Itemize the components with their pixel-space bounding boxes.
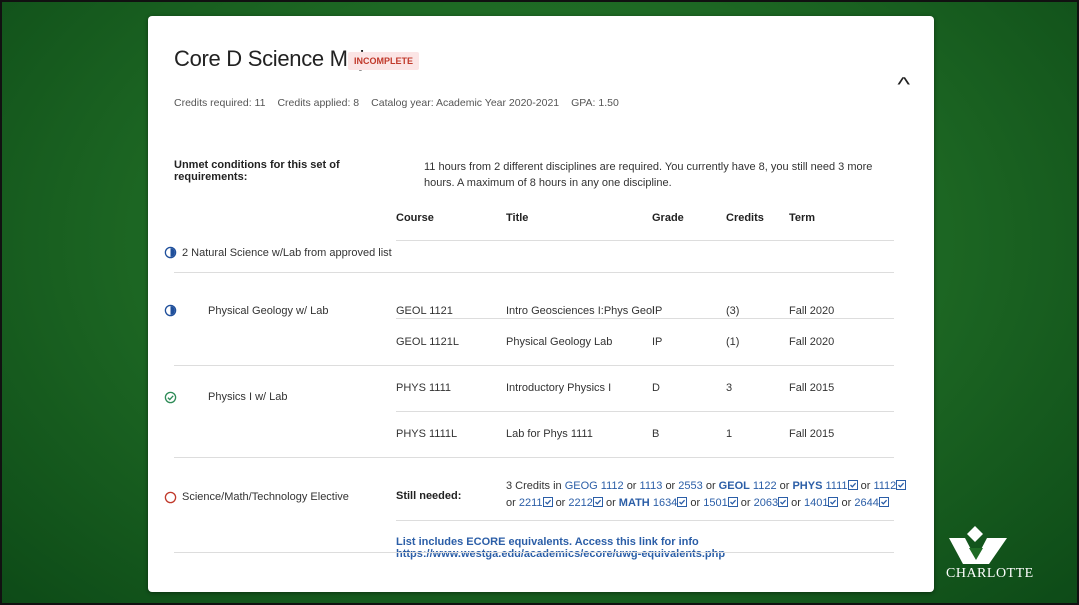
course-link-2553[interactable]: 2553 xyxy=(678,480,702,492)
requirement-label: Physical Geology w/ Lab xyxy=(208,305,329,317)
group-label: 2 Natural Science w/Lab from approved li… xyxy=(182,247,392,259)
course-link-1401[interactable]: 1401 xyxy=(804,497,828,509)
header-title: Title xyxy=(506,212,529,224)
subject-link-geog[interactable]: GEOG xyxy=(565,480,598,492)
course-term: Fall 2020 xyxy=(789,305,835,317)
collapse-chevron-icon[interactable]: ^ xyxy=(897,74,910,97)
course-link-1112[interactable]: 1112 xyxy=(601,480,624,492)
header-term: Term xyxy=(789,212,816,224)
taken-check-icon xyxy=(677,497,688,507)
course-link-2212[interactable]: 2212 xyxy=(568,497,592,509)
unmet-conditions-label: Unmet conditions for this set of require… xyxy=(174,159,340,183)
header-divider xyxy=(396,240,894,241)
course-link[interactable]: GEOL 1121 xyxy=(396,305,453,317)
in-progress-icon xyxy=(164,304,177,317)
course-credits: 3 xyxy=(726,382,733,394)
taken-check-icon xyxy=(727,497,738,507)
credits-applied: Credits applied: 8 xyxy=(277,97,360,109)
subject-link-math[interactable]: MATH xyxy=(619,497,650,509)
course-link-1501[interactable]: 1501 xyxy=(703,497,727,509)
requirement-label: Science/Math/Technology Elective xyxy=(182,491,349,503)
course-term: Fall 2020 xyxy=(789,336,835,348)
credits-required: Credits required: 11 xyxy=(174,97,266,109)
course-grade: IP xyxy=(652,336,663,348)
row-divider xyxy=(174,457,894,458)
logo-text: CHARLOTTE xyxy=(946,566,1034,581)
header-grade: Grade xyxy=(652,212,684,224)
course-credits: (3) xyxy=(726,305,740,317)
taken-check-icon xyxy=(847,480,858,490)
course-link[interactable]: PHYS 1111 xyxy=(396,382,451,394)
row-divider xyxy=(174,272,894,273)
taken-check-icon xyxy=(896,480,907,490)
course-link-2211[interactable]: 2211 xyxy=(519,497,543,509)
subject-link-geol[interactable]: GEOL xyxy=(719,480,750,492)
taken-check-icon xyxy=(542,497,553,507)
course-credits: (1) xyxy=(726,336,740,348)
course-term: Fall 2015 xyxy=(789,428,835,440)
still-needed-label: Still needed: xyxy=(396,490,462,502)
course-credits: 1 xyxy=(726,428,733,440)
row-divider xyxy=(174,365,894,366)
taken-check-icon xyxy=(778,497,789,507)
course-term: Fall 2015 xyxy=(789,382,835,394)
row-divider xyxy=(174,552,894,553)
course-title: Introductory Physics I xyxy=(506,382,612,394)
course-grade: B xyxy=(652,428,660,440)
complete-check-icon xyxy=(164,391,177,404)
header-credits: Credits xyxy=(726,212,764,224)
requirement-label: Physics I w/ Lab xyxy=(208,391,288,403)
taken-check-icon xyxy=(592,497,603,507)
row-divider xyxy=(396,520,894,521)
requirement-card: Core D Science Majors INCOMPLETE ^ Credi… xyxy=(148,16,934,592)
still-needed-text: 3 Credits in GEOG 1112 or 1113 or 2553 o… xyxy=(506,478,910,512)
unmet-conditions-text: 11 hours from 2 different disciplines ar… xyxy=(424,161,873,189)
in-progress-icon xyxy=(164,246,177,259)
course-link[interactable]: PHYS 1111L xyxy=(396,428,457,440)
catalog-year: Catalog year: Academic Year 2020-2021 xyxy=(371,97,560,109)
row-divider xyxy=(396,318,894,319)
course-grade: IP xyxy=(652,305,663,317)
gpa: GPA: 1.50 xyxy=(571,97,619,109)
course-link-2644[interactable]: 2644 xyxy=(854,497,878,509)
header-course: Course xyxy=(396,212,434,224)
subject-link-phys[interactable]: PHYS xyxy=(792,480,822,492)
ecore-equivalents-link[interactable]: List includes ECORE equivalents. Access … xyxy=(396,536,934,560)
course-grade: D xyxy=(652,382,660,394)
course-link-1634[interactable]: 1634 xyxy=(653,497,677,509)
not-started-icon xyxy=(164,491,177,504)
course-link-1122[interactable]: 1122 xyxy=(753,480,777,492)
taken-check-icon xyxy=(878,497,889,507)
course-link[interactable]: GEOL 1121L xyxy=(396,336,459,348)
course-link-1112[interactable]: 1112 xyxy=(873,480,896,492)
course-link-1113[interactable]: 1113 xyxy=(640,480,663,492)
course-title: Intro Geosciences I:Phys Geol xyxy=(506,305,655,317)
status-badge: INCOMPLETE xyxy=(348,52,420,70)
taken-check-icon xyxy=(828,497,839,507)
course-title: Lab for Phys 1111 xyxy=(506,428,593,440)
course-link-2063[interactable]: 2063 xyxy=(754,497,778,509)
block-meta: Credits required: 11 Credits applied: 8 … xyxy=(174,97,619,109)
row-divider xyxy=(396,411,894,412)
course-title: Physical Geology Lab xyxy=(506,336,613,348)
course-link-1111[interactable]: 1111 xyxy=(826,480,848,492)
